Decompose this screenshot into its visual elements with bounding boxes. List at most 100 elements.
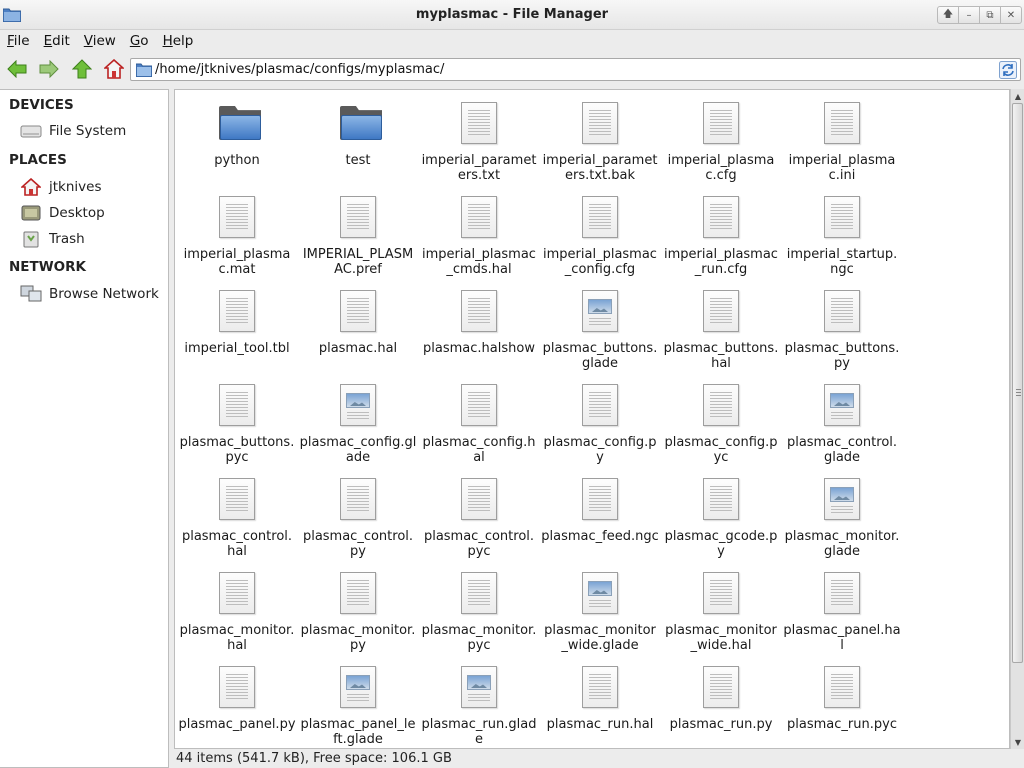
file-name: plasmac_monitor.pyc — [421, 623, 537, 653]
scroll-up-arrow[interactable]: ▲ — [1011, 89, 1024, 103]
menu-bar: File Edit View Go Help — [0, 30, 1024, 52]
file-name: plasmac_buttons.hal — [663, 341, 779, 371]
menu-view[interactable]: View — [80, 33, 120, 49]
file-name: python — [214, 153, 260, 168]
sidebar-item-browse-network[interactable]: Browse Network — [20, 283, 159, 305]
text-file-icon — [219, 572, 257, 614]
text-file-icon — [582, 196, 620, 238]
file-name: imperial_plasmac.cfg — [667, 153, 775, 183]
window-title: myplasmac - File Manager — [415, 7, 609, 22]
title-bar: myplasmac - File Manager 🡅 – ⧉ ✕ — [0, 0, 1024, 30]
file-name: test — [345, 153, 371, 168]
file-name: plasmac_control.py — [302, 529, 414, 559]
text-file-icon — [824, 572, 862, 614]
trash-icon — [20, 230, 42, 248]
text-file-icon — [703, 478, 741, 520]
file-name: imperial_plasmac_run.cfg — [664, 247, 778, 277]
text-file-icon — [461, 196, 499, 238]
text-file-icon — [219, 478, 257, 520]
text-file-icon — [703, 196, 741, 238]
reload-icon[interactable] — [999, 61, 1017, 79]
forward-button[interactable] — [38, 59, 60, 79]
scroll-thumb[interactable] — [1012, 103, 1023, 663]
text-file-icon — [219, 384, 257, 426]
status-bar: 44 items (541.7 kB), Free space: 106.1 G… — [176, 751, 452, 766]
glade-file-icon — [824, 384, 862, 426]
file-name: plasmac_run.py — [669, 717, 773, 732]
file-name: plasmac_config.hal — [422, 435, 536, 465]
text-file-icon — [582, 384, 620, 426]
file-name: plasmac_run.hal — [546, 717, 654, 732]
file-name: IMPERIAL_PLASMAC.pref — [302, 247, 414, 277]
location-bar[interactable]: /home/jtknives/plasmac/configs/myplasmac… — [130, 58, 1021, 81]
sidebar-item-jtknives[interactable]: jtknives — [20, 176, 102, 198]
text-file-icon — [824, 196, 862, 238]
vertical-scrollbar[interactable]: ▲ ▼ — [1010, 89, 1024, 749]
glade-file-icon — [824, 478, 862, 520]
text-file-icon — [340, 290, 378, 332]
location-path[interactable]: /home/jtknives/plasmac/configs/myplasmac… — [155, 62, 444, 77]
text-file-icon — [461, 384, 499, 426]
sidebar-item-file-system[interactable]: File System — [20, 120, 126, 142]
sidebar-section-network: NETWORK — [9, 259, 86, 275]
network-icon — [20, 285, 42, 303]
back-button[interactable] — [6, 59, 28, 79]
text-file-icon — [703, 102, 741, 144]
file-name: plasmac_config.glade — [299, 435, 417, 465]
file-name: plasmac_panel.hal — [783, 623, 901, 653]
text-file-icon — [461, 478, 499, 520]
file-view: python test imperial_parameters.txt imperia… — [174, 89, 1010, 749]
sidebar-section-devices: DEVICES — [9, 97, 74, 113]
menu-file[interactable]: File — [3, 33, 34, 49]
text-file-icon — [824, 666, 862, 708]
close-button[interactable]: ✕ — [1000, 6, 1022, 24]
menu-help[interactable]: Help — [159, 33, 198, 49]
file-name: plasmac_buttons.py — [784, 341, 900, 371]
window-controls: 🡅 – ⧉ ✕ — [937, 6, 1022, 24]
text-file-icon — [340, 572, 378, 614]
glade-file-icon — [461, 666, 499, 708]
file-name: plasmac_panel_left.glade — [300, 717, 416, 747]
menu-go[interactable]: Go — [126, 33, 153, 49]
pane-splitter[interactable] — [169, 89, 173, 768]
forward-arrow-icon — [39, 60, 59, 78]
text-file-icon — [824, 290, 862, 332]
home-icon — [20, 178, 42, 196]
sidebar-item-desktop[interactable]: Desktop — [20, 202, 105, 224]
folder-icon — [136, 63, 152, 77]
scroll-down-arrow[interactable]: ▼ — [1011, 735, 1024, 749]
text-file-icon — [703, 666, 741, 708]
glade-file-icon — [582, 290, 620, 332]
file-name: plasmac_monitor_wide.hal — [665, 623, 777, 653]
file-name: plasmac_config.pyc — [664, 435, 778, 465]
text-file-icon — [582, 478, 620, 520]
drive-icon — [20, 122, 42, 140]
home-button[interactable] — [103, 59, 125, 79]
minimize-button[interactable]: – — [958, 6, 980, 24]
file-name: imperial_parameters.txt — [421, 153, 537, 183]
menu-edit[interactable]: Edit — [40, 33, 74, 49]
file-name: plasmac_buttons.pyc — [179, 435, 295, 465]
text-file-icon — [582, 102, 620, 144]
file-name: imperial_plasmac.ini — [788, 153, 896, 183]
text-file-icon — [824, 102, 862, 144]
file-name: imperial_tool.tbl — [184, 341, 290, 356]
file-name: imperial_parameters.txt.bak — [542, 153, 658, 183]
text-file-icon — [219, 290, 257, 332]
file-name: plasmac.hal — [318, 341, 398, 356]
file-name: plasmac_run.glade — [421, 717, 537, 747]
sidebar-item-trash[interactable]: Trash — [20, 228, 85, 250]
maximize-button[interactable]: ⧉ — [979, 6, 1001, 24]
up-button[interactable] — [71, 59, 93, 79]
text-file-icon — [340, 196, 378, 238]
glade-file-icon — [340, 384, 378, 426]
file-name: plasmac_buttons.glade — [542, 341, 658, 371]
file-name: plasmac_gcode.py — [664, 529, 778, 559]
glade-file-icon — [340, 666, 378, 708]
file-name: plasmac_monitor.glade — [784, 529, 900, 559]
desktop-icon — [20, 204, 42, 222]
file-name: plasmac_panel.py — [178, 717, 296, 732]
file-name: plasmac_control.hal — [181, 529, 293, 559]
window-up-button[interactable]: 🡅 — [937, 6, 959, 24]
file-name: plasmac_control.glade — [786, 435, 898, 465]
